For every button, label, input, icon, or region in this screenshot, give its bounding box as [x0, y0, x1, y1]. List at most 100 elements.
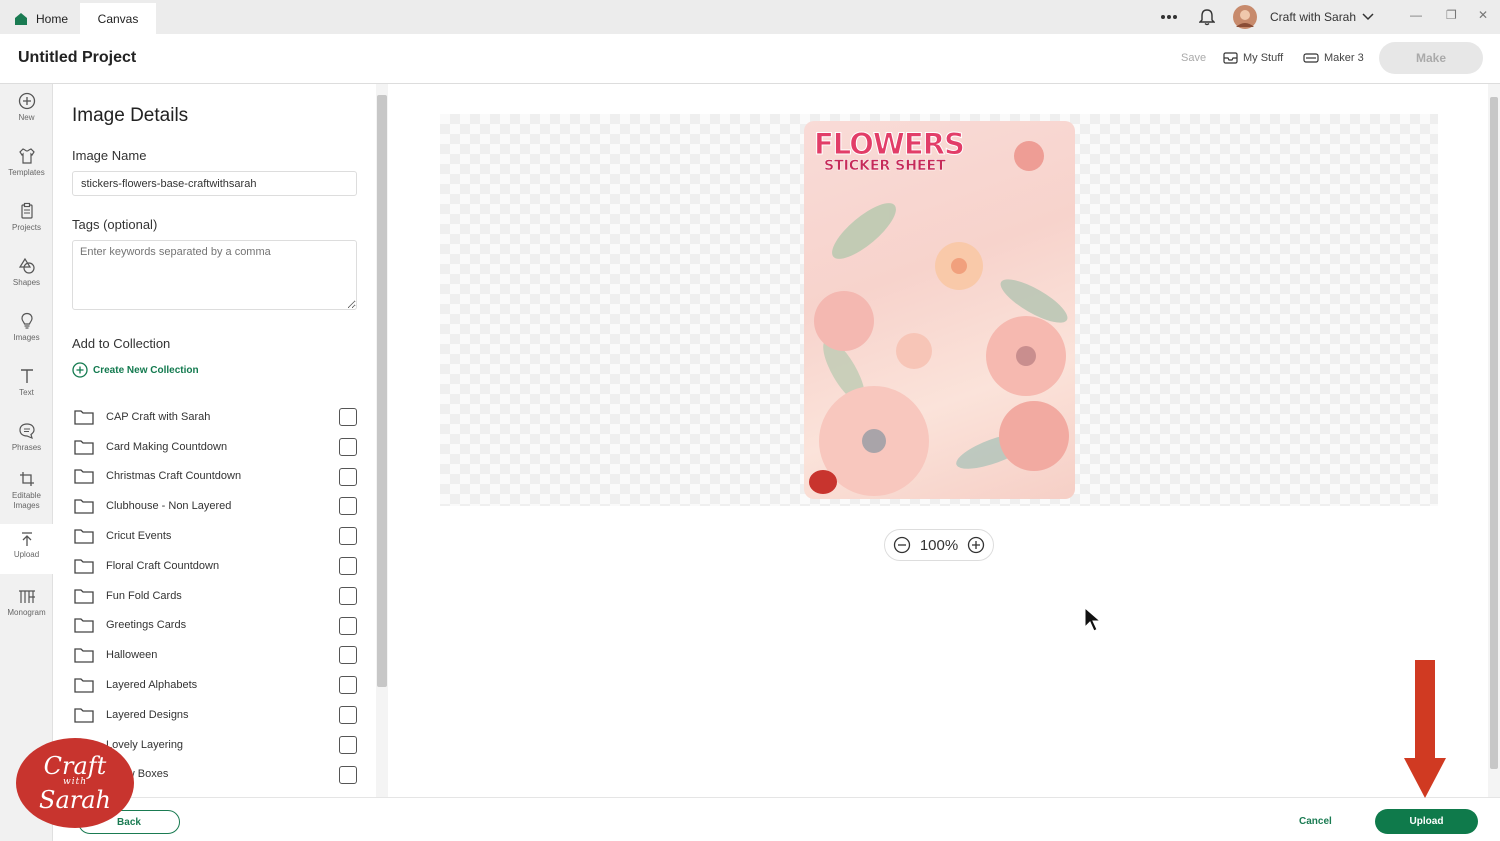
collection-checkbox[interactable] [339, 735, 357, 754]
upload-button[interactable]: Upload [1375, 809, 1478, 834]
toolbar-phrases[interactable]: Phrases [0, 422, 53, 468]
collection-checkbox[interactable] [339, 527, 357, 546]
collection-checkbox[interactable] [339, 765, 357, 784]
toolbar-upload-label: Upload [13, 550, 40, 559]
toolbar-text[interactable]: Text [0, 367, 53, 413]
collection-name: Cricut Events [106, 530, 172, 543]
notification-bell-icon[interactable] [1199, 0, 1215, 34]
tab-home[interactable]: Home [0, 3, 80, 34]
create-collection-button[interactable]: Create New Collection [72, 362, 199, 378]
collection-name: Greetings Cards [106, 619, 187, 632]
machine-selector[interactable]: Maker 3 [1303, 52, 1364, 64]
collection-checkbox[interactable] [339, 586, 357, 605]
collection-row[interactable]: Cricut Events [74, 521, 359, 551]
editable-images-icon [19, 472, 34, 486]
collection-list: CAP Craft with Sarah Card Making Countdow… [74, 402, 359, 789]
zoom-control: 100% [884, 529, 994, 561]
tags-input[interactable] [72, 240, 357, 310]
collection-row[interactable]: Card Making Countdown [74, 432, 359, 462]
inbox-icon [1223, 52, 1238, 64]
user-name: Craft with Sarah [1270, 10, 1357, 24]
collection-checkbox[interactable] [339, 676, 357, 695]
avatar[interactable] [1233, 0, 1257, 34]
toolbar-upload[interactable]: Upload [0, 524, 53, 574]
project-header: Untitled Project Save My Stuff Maker 3 M… [0, 34, 1500, 84]
folder-icon [74, 678, 94, 693]
folder-icon [74, 499, 94, 514]
toolbar-monogram[interactable]: Monogram [0, 589, 53, 635]
collection-name: Christmas Craft Countdown [106, 470, 242, 483]
toolbar-new[interactable]: New [0, 92, 53, 138]
panel-scrollbar-thumb[interactable] [377, 95, 387, 687]
folder-icon [74, 648, 94, 663]
toolbar-monogram-label: Monogram [7, 608, 46, 617]
folder-icon [74, 529, 94, 544]
collection-checkbox[interactable] [339, 705, 357, 724]
collection-row[interactable]: Halloween [74, 640, 359, 670]
logo-line3: Sarah [39, 785, 111, 814]
toolbar-shapes-label: Shapes [12, 278, 41, 287]
image-name-input[interactable] [72, 171, 357, 196]
logo-line1: Craft [43, 751, 107, 780]
craft-with-sarah-logo: Craft with Sarah [16, 738, 134, 828]
collection-row[interactable]: Fun Fold Cards [74, 581, 359, 611]
collection-checkbox[interactable] [339, 556, 357, 575]
collection-row[interactable]: Floral Craft Countdown [74, 551, 359, 581]
speech-bubble-icon [18, 423, 35, 440]
collection-row[interactable]: Christmas Craft Countdown [74, 462, 359, 492]
upload-icon [21, 532, 32, 546]
collection-checkbox[interactable] [339, 408, 357, 426]
tab-canvas-label: Canvas [97, 11, 139, 26]
collection-name: Layered Alphabets [106, 679, 198, 692]
user-menu[interactable]: Craft with Sarah [1270, 0, 1374, 34]
toolbar-shapes[interactable]: Shapes [0, 257, 53, 303]
collection-label: Add to Collection [72, 336, 171, 351]
collection-name: Layered Designs [106, 708, 189, 721]
minimize-icon[interactable]: — [1410, 8, 1422, 22]
cancel-button[interactable]: Cancel [1299, 816, 1332, 827]
save-button[interactable]: Save [1181, 52, 1206, 64]
collection-row[interactable]: CAP Craft with Sarah [74, 402, 359, 432]
collection-name: Card Making Countdown [106, 440, 228, 453]
collection-row[interactable]: Layered Designs [74, 700, 359, 730]
collection-checkbox[interactable] [339, 646, 357, 665]
make-button[interactable]: Make [1379, 42, 1483, 74]
collection-name: Halloween [106, 649, 158, 662]
tab-canvas[interactable]: Canvas [80, 3, 156, 34]
toolbar-projects-label: Projects [12, 223, 41, 232]
canvas-scrollbar-thumb[interactable] [1490, 97, 1498, 769]
collection-name: Floral Craft Countdown [106, 559, 220, 572]
zoom-out-icon[interactable] [893, 536, 911, 554]
create-collection-label: Create New Collection [93, 364, 199, 376]
collection-checkbox[interactable] [339, 437, 357, 456]
chevron-down-icon [1362, 13, 1374, 21]
image-name-label: Image Name [72, 148, 147, 163]
restore-icon[interactable]: ❐ [1446, 8, 1457, 22]
home-icon [15, 12, 27, 25]
sheet-subtitle: STICKER SHEET [824, 158, 946, 174]
machine-label: Maker 3 [1324, 52, 1364, 64]
collection-row[interactable]: Greetings Cards [74, 611, 359, 641]
toolbar-templates[interactable]: Templates [0, 147, 53, 193]
toolbar-images[interactable]: Images [0, 312, 53, 358]
collection-checkbox[interactable] [339, 616, 357, 635]
clipboard-icon [20, 202, 33, 219]
save-label: Save [1181, 52, 1207, 64]
collection-checkbox[interactable] [339, 467, 357, 486]
folder-icon [74, 469, 94, 485]
collection-checkbox[interactable] [339, 497, 357, 516]
toolbar-editable-images-label: Editable Images [12, 491, 41, 510]
toolbar-phrases-label: Phrases [11, 443, 42, 452]
my-stuff-button[interactable]: My Stuff [1223, 52, 1283, 64]
collection-row[interactable]: Layered Alphabets [74, 670, 359, 700]
text-icon [20, 369, 33, 383]
close-icon[interactable]: ✕ [1478, 8, 1488, 22]
collection-row[interactable]: Clubhouse - Non Layered [74, 491, 359, 521]
sheet-title: FLOWERS [814, 127, 966, 162]
zoom-in-icon[interactable] [967, 536, 985, 554]
more-options-icon[interactable] [1160, 0, 1178, 34]
toolbar-editable-images[interactable]: Editable Images [0, 470, 53, 520]
toolbar-projects[interactable]: Projects [0, 202, 53, 248]
panel-title: Image Details [72, 105, 189, 126]
flower-illustration [814, 141, 1069, 496]
